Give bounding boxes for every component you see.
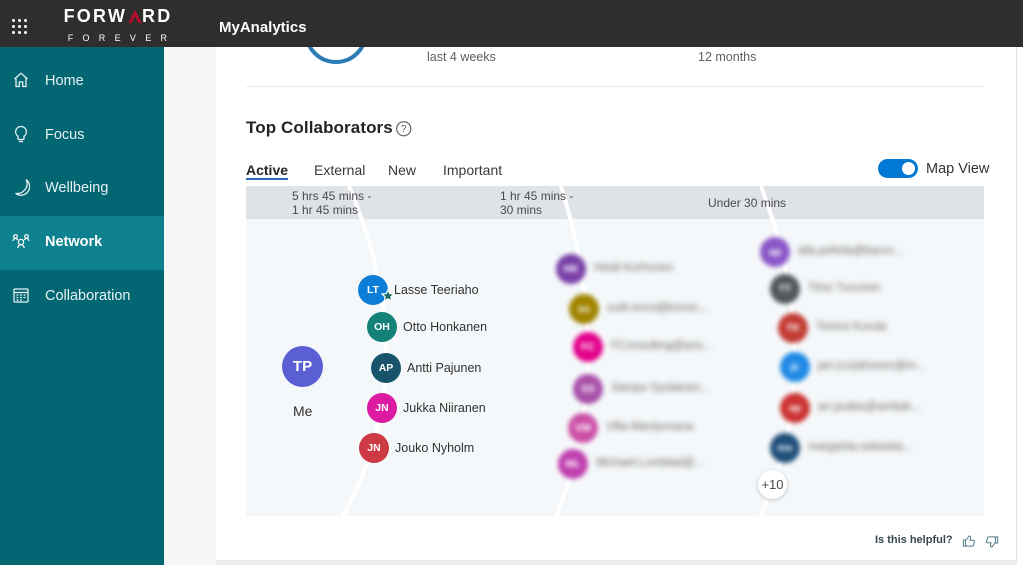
svg-text:?: ?	[401, 124, 407, 135]
